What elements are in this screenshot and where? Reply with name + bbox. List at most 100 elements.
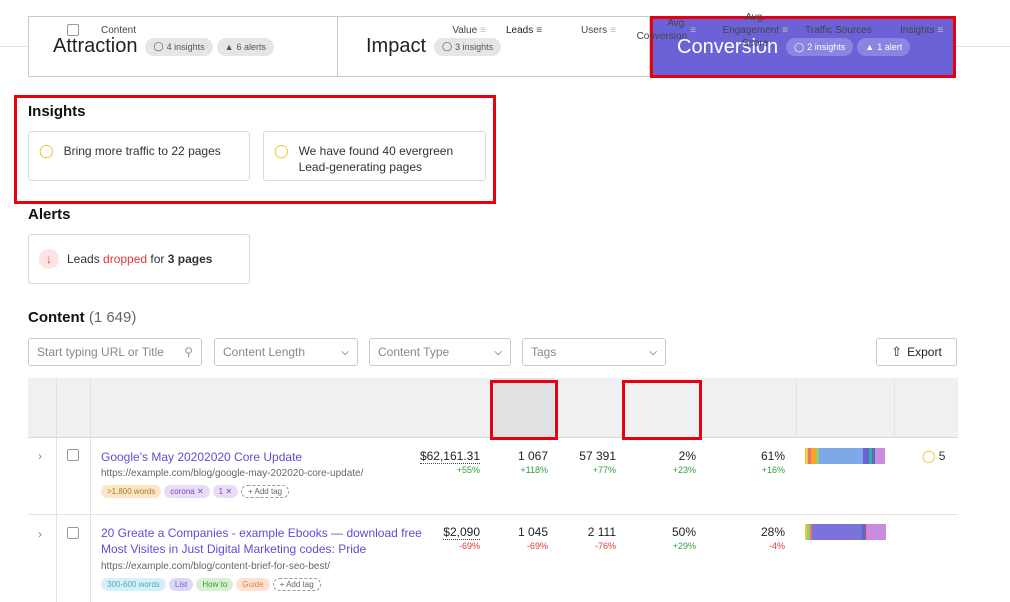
- chevron-down-icon: ⌵: [494, 346, 502, 358]
- content-length-select[interactable]: Content Length ⌵: [214, 338, 358, 366]
- tag-how-to[interactable]: How to: [196, 578, 234, 591]
- header-eng-label: Avg. Engagement ≡ Score: [722, 11, 788, 50]
- col-divider: [796, 378, 797, 438]
- bulb-icon: ◯: [153, 41, 164, 51]
- leads-amount: 1 045: [517, 525, 548, 539]
- content-title: Content: [28, 309, 85, 326]
- alert-text-before: Leads: [67, 252, 104, 266]
- header-leads[interactable]: Leads ≡: [494, 0, 554, 60]
- content-type-select[interactable]: Content Type ⌵: [369, 338, 511, 366]
- users-cell: 2 111 -76%: [560, 525, 616, 552]
- add-tag-button[interactable]: + Add tag: [241, 485, 290, 498]
- leads-delta: +118%: [520, 465, 548, 475]
- content-title-link[interactable]: 20 Greate a Companies - example Ebooks —…: [101, 525, 431, 541]
- tag-corona[interactable]: corona ✕: [164, 485, 210, 498]
- alerts-heading: Alerts: [28, 206, 71, 223]
- search-input[interactable]: Start typing URL or Title ⚲: [28, 338, 202, 366]
- content-title-link[interactable]: Google's May 20202020 Core Update: [101, 449, 431, 465]
- tab-title: Impact: [366, 35, 427, 57]
- insights-cell[interactable]: ◯ 5: [922, 449, 945, 463]
- alert-card-leads[interactable]: ↓ Leads dropped for 3 pages: [28, 234, 250, 284]
- table-row[interactable]: › 20 Greate a Companies - example Ebooks…: [28, 515, 958, 602]
- expand-icon[interactable]: ›: [38, 449, 42, 463]
- value-delta: +55%: [456, 465, 480, 475]
- header-users-label: Users: [581, 24, 608, 36]
- header-checkbox[interactable]: [67, 0, 81, 60]
- content-url: https://example.com/blog/content-brief-f…: [101, 561, 330, 572]
- tag-word-count[interactable]: >1,800 words: [101, 485, 162, 498]
- users-cell: 57 391 +77%: [560, 449, 616, 476]
- header-insights[interactable]: Insights ≡: [900, 0, 943, 60]
- insights-count: 4 insights: [166, 41, 205, 52]
- export-icon: ⇧: [891, 344, 903, 359]
- insight-text-line2: Lead-generating pages: [298, 160, 422, 174]
- header-conv-line1: Avg.: [667, 18, 688, 29]
- insight-card-evergreen[interactable]: ◯ We have found 40 evergreen Lead-generat…: [263, 131, 486, 181]
- tag-guide[interactable]: Guide: [236, 578, 270, 591]
- alerts-pill: ▲ 6 alerts: [216, 37, 275, 56]
- tags-label: Tags: [531, 345, 557, 359]
- alerts-count: 6 alerts: [236, 41, 267, 52]
- bulb-icon: ◯: [794, 41, 805, 52]
- tag-list: 300-600 words List How to Guide + Add ta…: [101, 578, 431, 591]
- engagement-cell: 28% -4%: [728, 525, 785, 552]
- tag-word-count[interactable]: 300-600 words: [101, 578, 166, 591]
- table-row[interactable]: › Google's May 20202020 Core Update http…: [28, 439, 958, 515]
- conversion-cell: 2% +23%: [638, 449, 696, 476]
- header-avg-conversion[interactable]: Avg. Conversion ≡: [626, 0, 696, 60]
- conv-delta: +29%: [672, 541, 696, 551]
- sort-icon: ≡: [937, 24, 944, 36]
- checkbox[interactable]: [67, 24, 79, 36]
- header-traffic-label: Traffic Sources: [805, 24, 872, 36]
- header-leads-label: Leads: [505, 24, 534, 36]
- content-count: (1 649): [88, 309, 137, 326]
- insights-count: 5: [938, 449, 946, 463]
- users-amount: 2 111: [587, 525, 616, 539]
- alert-text: Leads dropped for 3 pages: [67, 251, 212, 267]
- content-title-link-line2[interactable]: Most Visites in Just Digital Marketing c…: [101, 541, 431, 557]
- insight-text-line1: We have found 40 evergreen: [298, 144, 454, 158]
- checkbox[interactable]: [67, 527, 79, 539]
- chevron-down-icon: ⌵: [649, 346, 657, 358]
- expand-icon[interactable]: ›: [38, 527, 42, 541]
- header-conv-line2: Conversion: [636, 31, 688, 42]
- chevron-down-icon: ⌵: [341, 346, 349, 358]
- row-checkbox[interactable]: [67, 527, 79, 542]
- insights-heading: Insights: [28, 103, 86, 120]
- content-cell: Google's May 20202020 Core Update https:…: [101, 449, 431, 498]
- tag-one[interactable]: 1 ✕: [212, 485, 239, 498]
- header-value[interactable]: Value ≡: [420, 0, 486, 60]
- row-checkbox[interactable]: [67, 449, 79, 464]
- header-traffic-sources: Traffic Sources: [805, 0, 872, 60]
- traffic-sources-bar[interactable]: [805, 448, 885, 464]
- header-users[interactable]: Users ≡: [560, 0, 616, 60]
- checkbox[interactable]: [67, 449, 79, 461]
- insight-card-traffic[interactable]: ◯ Bring more traffic to 22 pages: [28, 131, 250, 181]
- users-delta: -76%: [594, 541, 616, 551]
- value-amount: $2,090: [443, 525, 480, 540]
- leads-amount: 1 067: [517, 449, 548, 463]
- header-eng-line1: Avg.: [745, 11, 766, 23]
- export-button[interactable]: ⇧ Export: [876, 338, 957, 366]
- value-amount: $62,161.31: [419, 449, 480, 464]
- header-value-label: Value: [452, 24, 478, 36]
- content-heading: Content (1 649): [28, 309, 136, 326]
- tag-list[interactable]: List: [168, 578, 194, 591]
- header-engagement[interactable]: Avg. Engagement ≡ Score: [710, 0, 788, 60]
- alerts-count: 1 alert: [877, 42, 903, 52]
- bell-icon: ▲: [224, 41, 234, 52]
- add-tag-button[interactable]: + Add tag: [272, 578, 321, 591]
- insight-text: We have found 40 evergreen Lead-generatin…: [299, 143, 454, 175]
- tags-select[interactable]: Tags ⌵: [522, 338, 666, 366]
- value-cell: $62,161.31 +55%: [414, 449, 480, 476]
- sort-icon: ≡: [480, 24, 486, 36]
- alert-text-mid: for: [147, 252, 168, 266]
- users-amount: 57 391: [579, 449, 616, 463]
- value-delta: -69%: [458, 541, 480, 551]
- bulb-icon: ◯: [922, 449, 936, 463]
- traffic-sources-bar[interactable]: [805, 524, 886, 540]
- conv-amount: 2%: [678, 449, 696, 463]
- header-conv-label: Avg. Conversion: [637, 17, 688, 43]
- sort-icon: ≡: [782, 24, 788, 36]
- eng-amount: 61%: [760, 449, 785, 463]
